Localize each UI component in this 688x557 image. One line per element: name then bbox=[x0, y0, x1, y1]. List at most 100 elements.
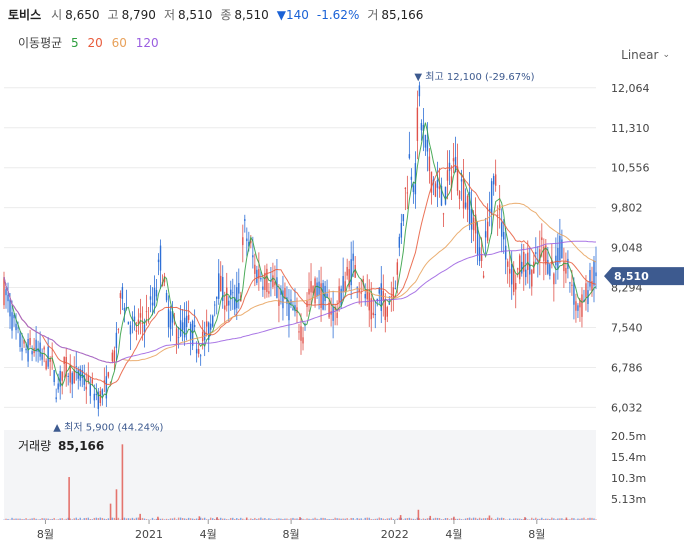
volume-bar bbox=[25, 518, 27, 520]
candle-body bbox=[412, 185, 415, 193]
volume-bar bbox=[533, 518, 535, 520]
volume-bar bbox=[189, 518, 192, 520]
volume-bar bbox=[226, 519, 228, 520]
volume-bar bbox=[159, 518, 162, 520]
candle-body bbox=[77, 370, 79, 379]
candle-body bbox=[350, 259, 352, 286]
candle-body bbox=[41, 353, 43, 360]
candle-body bbox=[256, 269, 258, 283]
x-tick-label: 4월 bbox=[445, 528, 462, 541]
volume-spike bbox=[121, 444, 124, 520]
candle-body bbox=[157, 259, 160, 263]
volume-bar bbox=[161, 518, 164, 520]
y-tick-label: 6,032 bbox=[611, 401, 643, 414]
volume-bar bbox=[374, 518, 376, 520]
volume-bar bbox=[113, 517, 116, 520]
volume-bar bbox=[577, 518, 579, 520]
volume-bar bbox=[35, 518, 37, 520]
candle-body bbox=[549, 264, 551, 276]
candle-body bbox=[292, 308, 294, 311]
candle-body bbox=[53, 370, 55, 383]
candle-body bbox=[177, 337, 180, 339]
volume-bar bbox=[420, 519, 423, 520]
candle-body bbox=[212, 315, 214, 327]
volume-bar bbox=[147, 519, 150, 520]
candle-body bbox=[547, 259, 549, 274]
y-tick-label: 11,310 bbox=[611, 122, 650, 135]
price-chart[interactable]: 12,06411,31010,5569,8029,0488,2947,5406,… bbox=[0, 0, 688, 557]
volume-bar bbox=[175, 519, 178, 520]
volume-bar bbox=[195, 518, 198, 520]
candle-body bbox=[466, 196, 469, 210]
candle-body bbox=[45, 360, 47, 370]
candle-body bbox=[448, 162, 451, 171]
x-tick-label: 8월 bbox=[528, 528, 545, 541]
volume-bar bbox=[85, 517, 87, 520]
volume-bar bbox=[129, 518, 132, 520]
volume-bar bbox=[330, 519, 332, 520]
candle-body bbox=[7, 294, 9, 302]
candle-body bbox=[189, 323, 192, 340]
candle-body bbox=[135, 330, 138, 332]
volume-bar bbox=[163, 519, 166, 520]
volume-spike bbox=[216, 517, 218, 520]
candle-body bbox=[472, 217, 475, 231]
candle-body bbox=[93, 393, 96, 401]
volume-bar bbox=[336, 518, 338, 520]
volume-bar bbox=[314, 517, 316, 520]
candle-body bbox=[569, 282, 571, 284]
candle-body bbox=[374, 313, 376, 316]
volume-bar bbox=[486, 517, 489, 520]
volume-bar bbox=[559, 518, 561, 520]
candle-body bbox=[557, 247, 559, 270]
volume-bar bbox=[294, 518, 296, 520]
volume-bar bbox=[318, 519, 320, 520]
candle-body bbox=[193, 325, 196, 327]
candle-body bbox=[111, 352, 114, 362]
candle-body bbox=[260, 277, 262, 280]
candle-body bbox=[394, 288, 397, 289]
volume-bar bbox=[292, 517, 294, 520]
volume-bar bbox=[151, 517, 154, 520]
candle-body bbox=[364, 294, 366, 299]
candle-body bbox=[187, 314, 190, 320]
candle-body bbox=[404, 187, 407, 190]
candle-body bbox=[519, 255, 521, 280]
volume-bar bbox=[366, 517, 368, 520]
volume-bar bbox=[474, 517, 477, 520]
volume-panel-title: 거래량 85,166 bbox=[18, 437, 104, 454]
candle-body bbox=[85, 386, 87, 390]
volume-spike bbox=[139, 513, 141, 520]
volume-bar bbox=[549, 519, 551, 520]
volume-bar bbox=[258, 518, 260, 520]
volume-spike bbox=[157, 516, 159, 520]
candle-body bbox=[224, 305, 226, 310]
candle-body bbox=[507, 261, 509, 267]
volume-bar bbox=[17, 518, 19, 520]
candle-body bbox=[555, 255, 557, 266]
volume-bar bbox=[179, 517, 182, 520]
volume-spike bbox=[109, 503, 112, 520]
volume-bar bbox=[450, 518, 453, 520]
candle-body bbox=[197, 349, 200, 354]
volume-bar bbox=[328, 519, 330, 520]
volume-bar bbox=[312, 518, 314, 520]
candle-body bbox=[119, 293, 122, 298]
volume-bar bbox=[143, 518, 146, 520]
volume-bar bbox=[181, 518, 184, 520]
candle-body bbox=[593, 260, 595, 286]
volume-bar bbox=[581, 518, 583, 520]
volume-bar bbox=[476, 518, 479, 520]
volume-bar bbox=[456, 518, 459, 520]
candle-body bbox=[300, 326, 302, 341]
candle-body bbox=[523, 251, 525, 272]
candle-body bbox=[15, 323, 17, 331]
volume-bar bbox=[390, 517, 393, 520]
volume-bar bbox=[553, 518, 555, 520]
candle-body bbox=[129, 325, 132, 335]
volume-bar bbox=[15, 518, 17, 520]
volume-spike bbox=[299, 517, 301, 520]
volume-spike bbox=[115, 489, 118, 520]
volume-bar bbox=[571, 517, 573, 520]
volume-bar bbox=[31, 518, 33, 520]
